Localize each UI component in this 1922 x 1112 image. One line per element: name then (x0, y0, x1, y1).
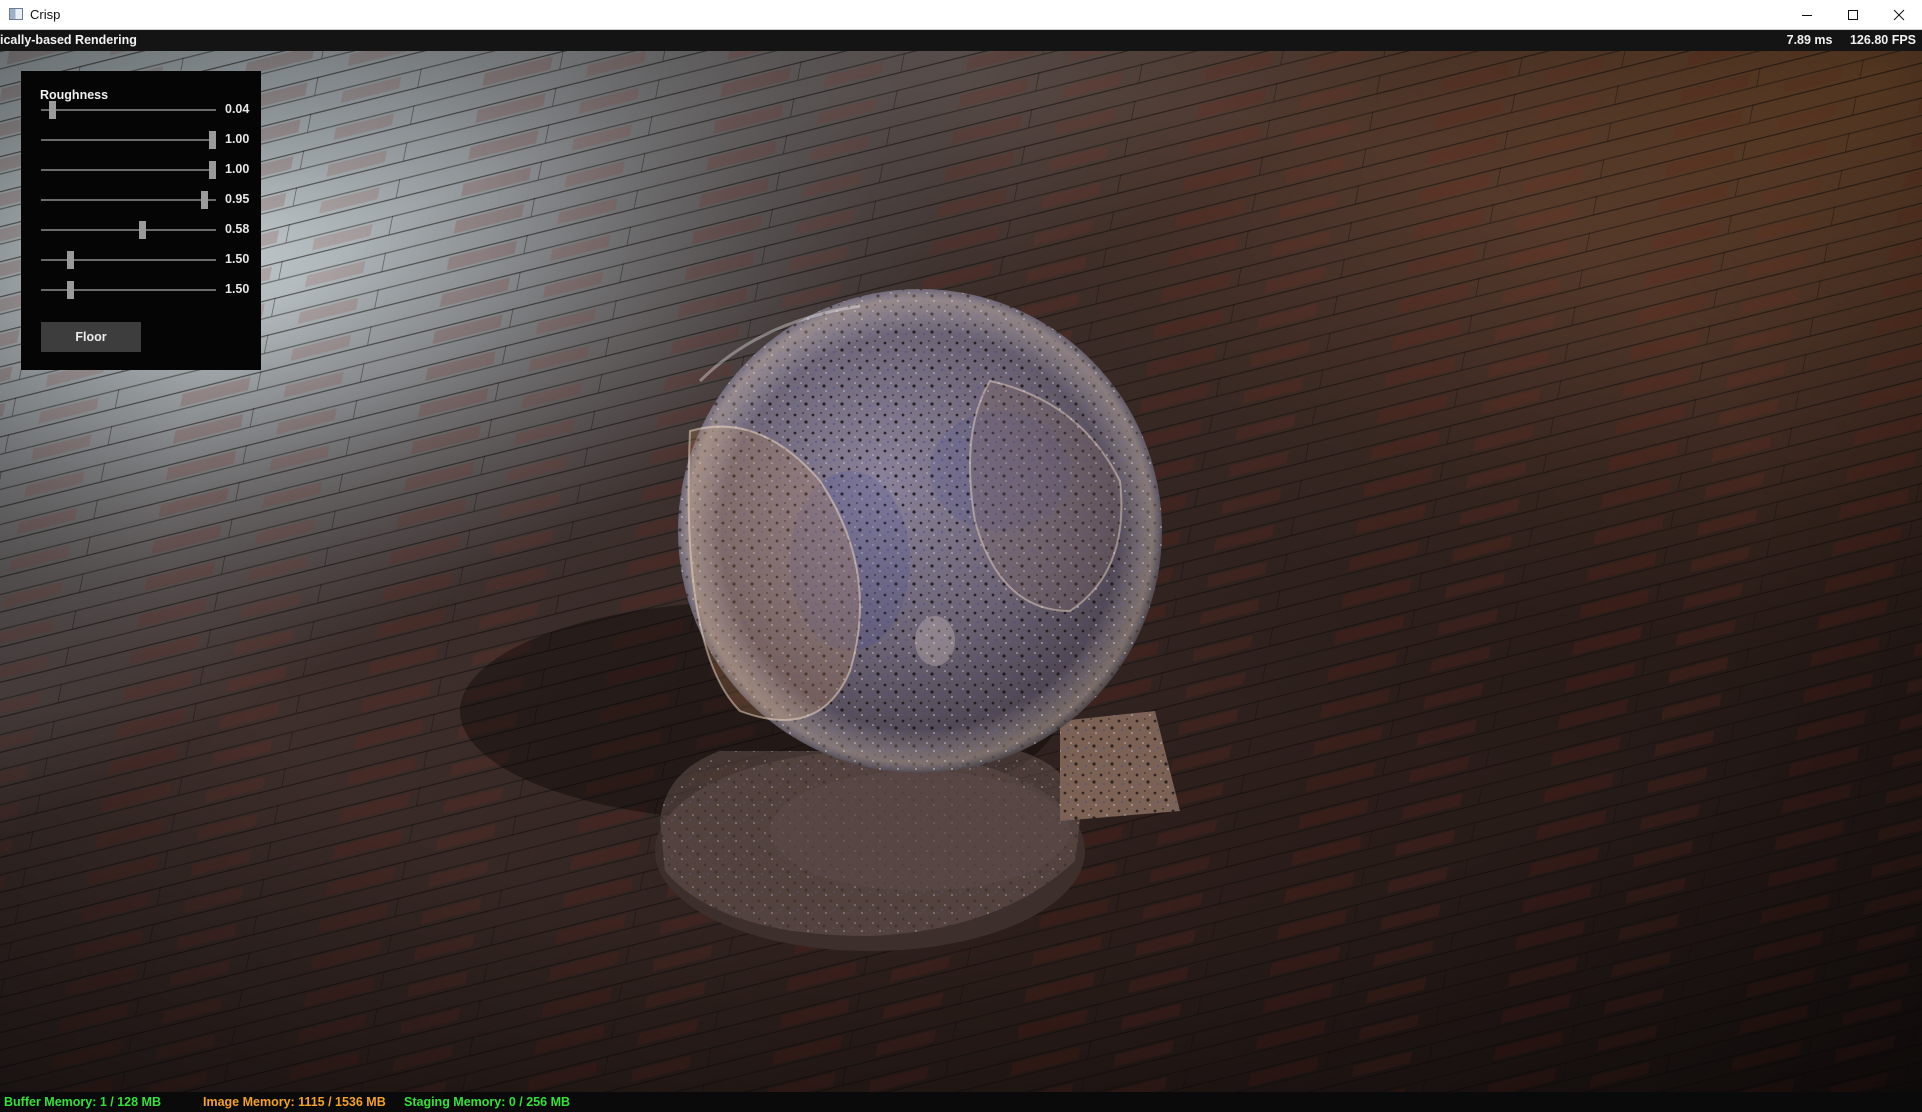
slider-track[interactable] (41, 139, 216, 141)
minimize-icon[interactable] (1784, 0, 1830, 29)
material-controls-panel: Roughness 0.04 1.00 1.00 0.95 0.58 1.50 1.50 F… (21, 71, 261, 370)
slider-value-3: 1.00 (225, 162, 250, 176)
demo-title: ically-based Rendering (0, 33, 137, 47)
frame-time: 7.89 ms (1786, 33, 1833, 47)
slider-handle[interactable] (200, 191, 208, 209)
window-title-bar[interactable]: Crisp (0, 0, 1922, 30)
slider-value-2: 1.00 (225, 132, 250, 146)
floor-button[interactable]: Floor (41, 322, 141, 352)
rendered-scene (0, 51, 1922, 1092)
slider-value-4: 0.95 (225, 192, 250, 206)
window-title: Crisp (30, 7, 61, 22)
slider-value-1: 0.04 (225, 102, 250, 116)
app-window-icon (9, 8, 23, 20)
slider-4[interactable] (41, 189, 216, 211)
overlay-header: ically-based Rendering 7.89 ms 126.80 FP… (0, 30, 1922, 51)
slider-2[interactable] (41, 129, 216, 151)
slider-track[interactable] (41, 109, 216, 111)
slider-track[interactable] (41, 199, 216, 201)
image-memory-text: Image Memory: 1115 / 1536 MB (203, 1095, 386, 1109)
slider-7[interactable] (41, 279, 216, 301)
fps-counter: 126.80 FPS (1849, 33, 1916, 47)
render-viewport[interactable]: Roughness 0.04 1.00 1.00 0.95 0.58 1.50 1.50 F… (0, 51, 1922, 1092)
maximize-icon[interactable] (1830, 0, 1876, 29)
slider-1[interactable] (41, 99, 216, 121)
performance-stats: 7.89 ms 126.80 FPS (1773, 33, 1916, 47)
slider-handle[interactable] (48, 101, 56, 119)
slider-handle[interactable] (67, 281, 75, 299)
slider-track[interactable] (41, 169, 216, 171)
slider-handle[interactable] (138, 221, 146, 239)
close-icon[interactable] (1876, 0, 1922, 29)
buffer-memory-text: Buffer Memory: 1 / 128 MB (4, 1095, 161, 1109)
staging-memory-text: Staging Memory: 0 / 256 MB (404, 1095, 571, 1109)
slider-value-6: 1.50 (225, 252, 250, 266)
slider-handle[interactable] (209, 161, 216, 179)
slider-5[interactable] (41, 219, 216, 241)
slider-3[interactable] (41, 159, 216, 181)
slider-6[interactable] (41, 249, 216, 271)
slider-handle[interactable] (67, 251, 75, 269)
memory-status-bar: Buffer Memory: 1 / 128 MB Image Memory: … (0, 1092, 1922, 1112)
slider-handle[interactable] (209, 131, 216, 149)
slider-track[interactable] (41, 229, 216, 231)
slider-value-5: 0.58 (225, 222, 250, 236)
slider-value-7: 1.50 (225, 282, 250, 296)
